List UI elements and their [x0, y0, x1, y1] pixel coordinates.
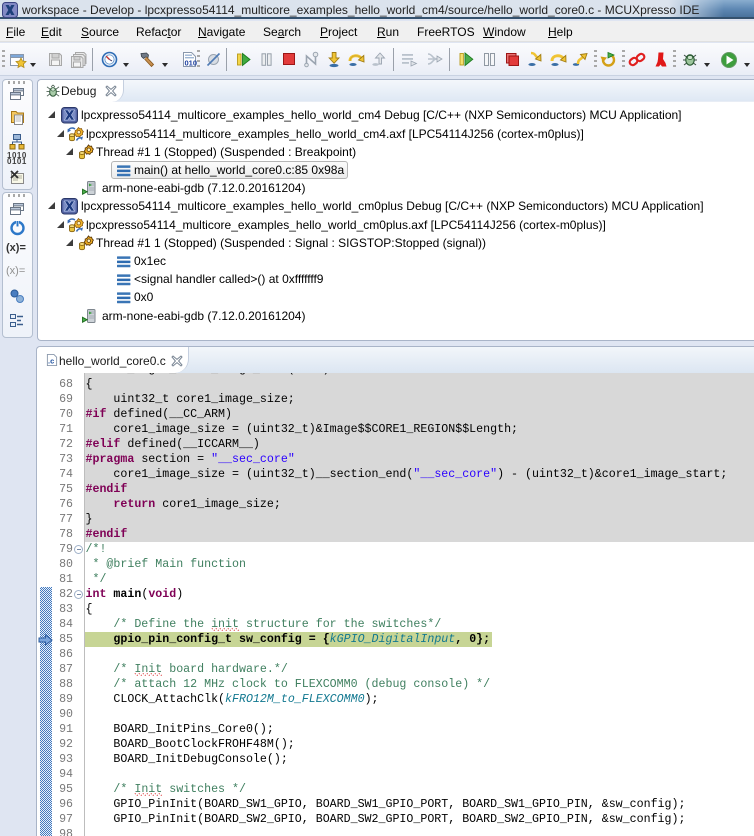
svg-text:.c: .c [48, 357, 54, 366]
svg-text:010: 010 [185, 59, 198, 68]
